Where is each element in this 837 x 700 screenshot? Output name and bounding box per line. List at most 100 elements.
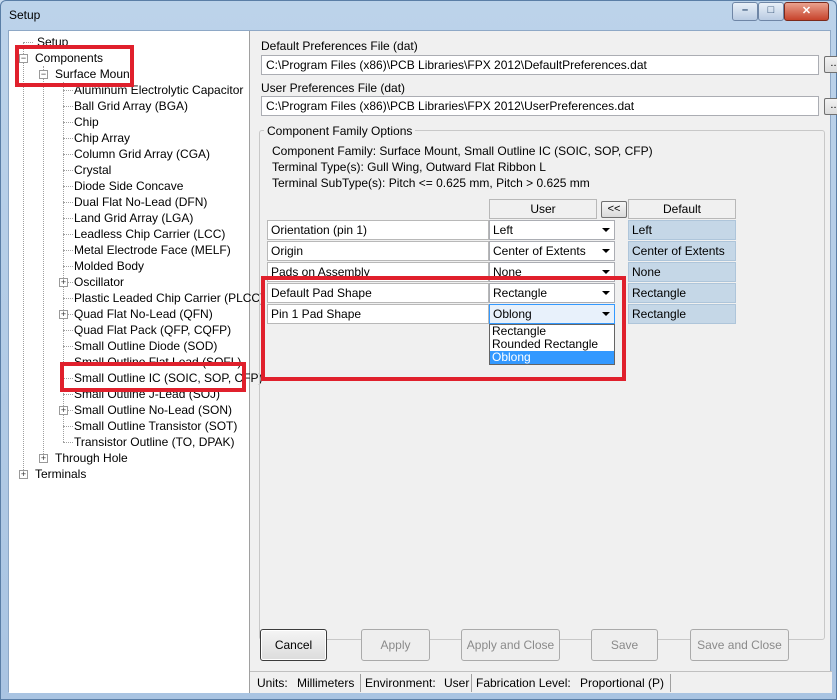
tree-item[interactable]: Chip: [72, 114, 101, 130]
apply-and-close-button[interactable]: Apply and Close: [461, 629, 560, 661]
user-prefs-label: User Preferences File (dat): [261, 81, 406, 95]
status-bar: Units: Millimeters Environment: User Fab…: [250, 671, 832, 693]
tree-item[interactable]: Molded Body: [72, 258, 146, 274]
expand-icon[interactable]: +: [59, 278, 68, 287]
user-prefs-path-field[interactable]: C:\Program Files (x86)\PCB Libraries\FPX…: [261, 96, 819, 116]
apply-button[interactable]: Apply: [361, 629, 430, 661]
option-user-select[interactable]: Center of Extents: [489, 241, 615, 261]
default-prefs-browse-button[interactable]: ...: [824, 56, 837, 73]
tree-item[interactable]: Metal Electrode Face (MELF): [72, 242, 233, 258]
tree-item[interactable]: Small Outline No-Lead (SON): [72, 402, 234, 418]
highlight-box: [15, 45, 134, 87]
title-bar[interactable]: Setup – □ ✕: [1, 1, 836, 29]
tree-item-label: Chip Array: [74, 131, 131, 145]
tree-item-label: Crystal: [74, 163, 112, 177]
tree-item-label: Quad Flat Pack (QFP, CQFP): [74, 323, 232, 337]
highlight-box: [261, 276, 626, 381]
tree-item[interactable]: Plastic Leaded Chip Carrier (PLCC): [72, 290, 266, 306]
option-user-select[interactable]: Left: [489, 220, 615, 240]
tree-item-label: Oscillator: [74, 275, 125, 289]
expand-icon[interactable]: +: [59, 310, 68, 319]
component-family-line: Component Family: Surface Mount, Small O…: [272, 144, 653, 158]
status-divider: [471, 674, 472, 692]
tree-item-label: Diode Side Concave: [74, 179, 184, 193]
setup-window: Setup – □ ✕ Setup − Components − Surface…: [0, 0, 837, 700]
default-prefs-label: Default Preferences File (dat): [261, 39, 418, 53]
minimize-icon: –: [741, 4, 749, 16]
user-column-header: User: [489, 199, 597, 219]
tree-item-label: Metal Electrode Face (MELF): [74, 243, 231, 257]
tree-item[interactable]: Dual Flat No-Lead (DFN): [72, 194, 209, 210]
tree-item-label: Terminals: [35, 467, 87, 481]
tree-item-through-hole[interactable]: Through Hole: [53, 450, 130, 466]
save-and-close-button[interactable]: Save and Close: [690, 629, 789, 661]
expand-icon[interactable]: +: [59, 406, 68, 415]
close-icon: ✕: [801, 5, 812, 17]
component-family-group-title: Component Family Options: [264, 124, 416, 138]
tree-item[interactable]: Diode Side Concave: [72, 178, 185, 194]
client-area: Setup − Components − Surface Mount Alumi…: [8, 30, 837, 693]
expand-icon[interactable]: +: [39, 454, 48, 463]
tree-item[interactable]: Small Outline Diode (SOD): [72, 338, 219, 354]
tree-item-label: Small Outline Diode (SOD): [74, 339, 218, 353]
tree-item[interactable]: Chip Array: [72, 130, 132, 146]
units-label: Units:: [257, 676, 288, 690]
fabrication-level-label: Fabrication Level:: [476, 676, 571, 690]
settings-tree[interactable]: Setup − Components − Surface Mount Alumi…: [9, 31, 264, 693]
tree-item[interactable]: Land Grid Array (LGA): [72, 210, 195, 226]
tree-item-label: Quad Flat No-Lead (QFN): [74, 307, 213, 321]
option-default-value: None: [628, 262, 736, 282]
chevron-down-icon: [602, 249, 610, 253]
user-prefs-browse-button[interactable]: ...: [824, 98, 837, 115]
tree-item[interactable]: Column Grid Array (CGA): [72, 146, 212, 162]
tree-item-label: Land Grid Array (LGA): [74, 211, 194, 225]
fabrication-level-value: Proportional (P): [580, 676, 665, 690]
tree-item[interactable]: Crystal: [72, 162, 113, 178]
option-default-value: Left: [628, 220, 736, 240]
expand-icon[interactable]: +: [19, 470, 28, 479]
tree-item[interactable]: Quad Flat Pack (QFP, CQFP): [72, 322, 233, 338]
tree-item-label: Plastic Leaded Chip Carrier (PLCC): [74, 291, 265, 305]
minimize-button[interactable]: –: [732, 2, 758, 21]
tree-item[interactable]: Quad Flat No-Lead (QFN): [72, 306, 215, 322]
option-default-value: Rectangle: [628, 283, 736, 303]
copy-defaults-button[interactable]: <<: [601, 201, 627, 218]
highlight-box: [60, 362, 246, 392]
maximize-icon: □: [767, 4, 775, 16]
tree-item-label: Small Outline No-Lead (SON): [74, 403, 233, 417]
tree-item-label: Small Outline Transistor (SOT): [74, 419, 238, 433]
tree-line: [23, 42, 33, 43]
cancel-button[interactable]: Cancel: [260, 629, 327, 661]
tree-item[interactable]: Transistor Outline (TO, DPAK): [72, 434, 236, 450]
tree-item[interactable]: Leadless Chip Carrier (LCC): [72, 226, 227, 242]
environment-label: Environment:: [365, 676, 436, 690]
default-column-header: Default: [628, 199, 736, 219]
tree-item-label: Chip: [74, 115, 99, 129]
terminal-type-line: Terminal Type(s): Gull Wing, Outward Fla…: [272, 160, 546, 174]
option-default-value: Center of Extents: [628, 241, 736, 261]
tree-item-label: Dual Flat No-Lead (DFN): [74, 195, 208, 209]
terminal-subtype-line: Terminal SubType(s): Pitch <= 0.625 mm, …: [272, 176, 590, 190]
tree-line: [23, 42, 24, 474]
status-divider: [360, 674, 361, 692]
maximize-button[interactable]: □: [758, 2, 784, 21]
tree-item-terminals[interactable]: Terminals: [33, 466, 88, 482]
option-user-value: Left: [493, 223, 514, 237]
tree-line: [43, 66, 44, 458]
tree-item[interactable]: Small Outline Transistor (SOT): [72, 418, 239, 434]
tree-item-label: Molded Body: [74, 259, 145, 273]
tree-item[interactable]: Oscillator: [72, 274, 126, 290]
environment-value: User: [444, 676, 470, 690]
option-row-label: Origin: [267, 241, 489, 261]
save-button[interactable]: Save: [591, 629, 658, 661]
units-value: Millimeters: [297, 676, 355, 690]
chevron-down-icon: [602, 228, 610, 232]
default-prefs-path-field[interactable]: C:\Program Files (x86)\PCB Libraries\FPX…: [261, 55, 819, 75]
status-divider: [670, 674, 671, 692]
option-default-value: Rectangle: [628, 304, 736, 324]
tree-item-label: Transistor Outline (TO, DPAK): [74, 435, 235, 449]
chevron-down-icon: [602, 270, 610, 274]
tree-item-label: Ball Grid Array (BGA): [74, 99, 189, 113]
tree-item[interactable]: Ball Grid Array (BGA): [72, 98, 190, 114]
close-button[interactable]: ✕: [784, 2, 829, 21]
